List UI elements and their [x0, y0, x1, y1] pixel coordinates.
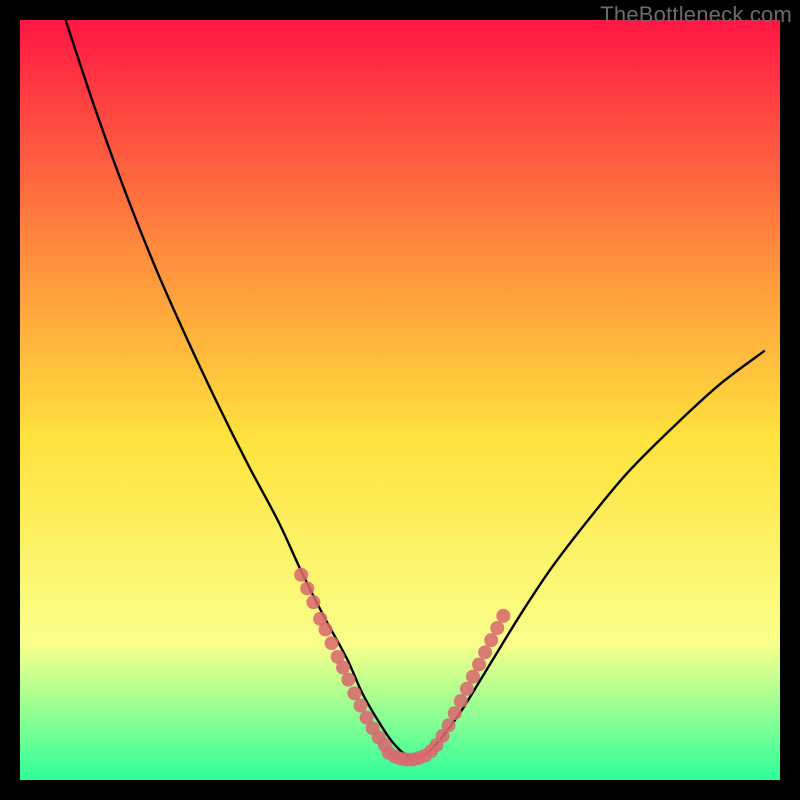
watermark: TheBottleneck.com	[600, 2, 792, 28]
data-point	[319, 623, 333, 637]
data-point	[353, 699, 367, 713]
data-point	[484, 633, 498, 647]
data-point	[448, 706, 462, 720]
data-point	[442, 718, 456, 732]
data-point	[460, 682, 474, 696]
data-point	[490, 621, 504, 635]
data-point	[347, 686, 361, 700]
chart-frame	[20, 20, 780, 780]
data-point	[466, 670, 480, 684]
data-point	[454, 694, 468, 708]
data-point	[325, 636, 339, 650]
data-point	[306, 595, 320, 609]
gradient-background	[20, 20, 780, 780]
data-point	[300, 581, 314, 595]
data-point	[341, 673, 355, 687]
data-point	[496, 609, 510, 623]
chart-svg	[20, 20, 780, 780]
data-point	[478, 645, 492, 659]
data-point	[294, 568, 308, 582]
data-point	[336, 661, 350, 675]
data-point	[472, 657, 486, 671]
